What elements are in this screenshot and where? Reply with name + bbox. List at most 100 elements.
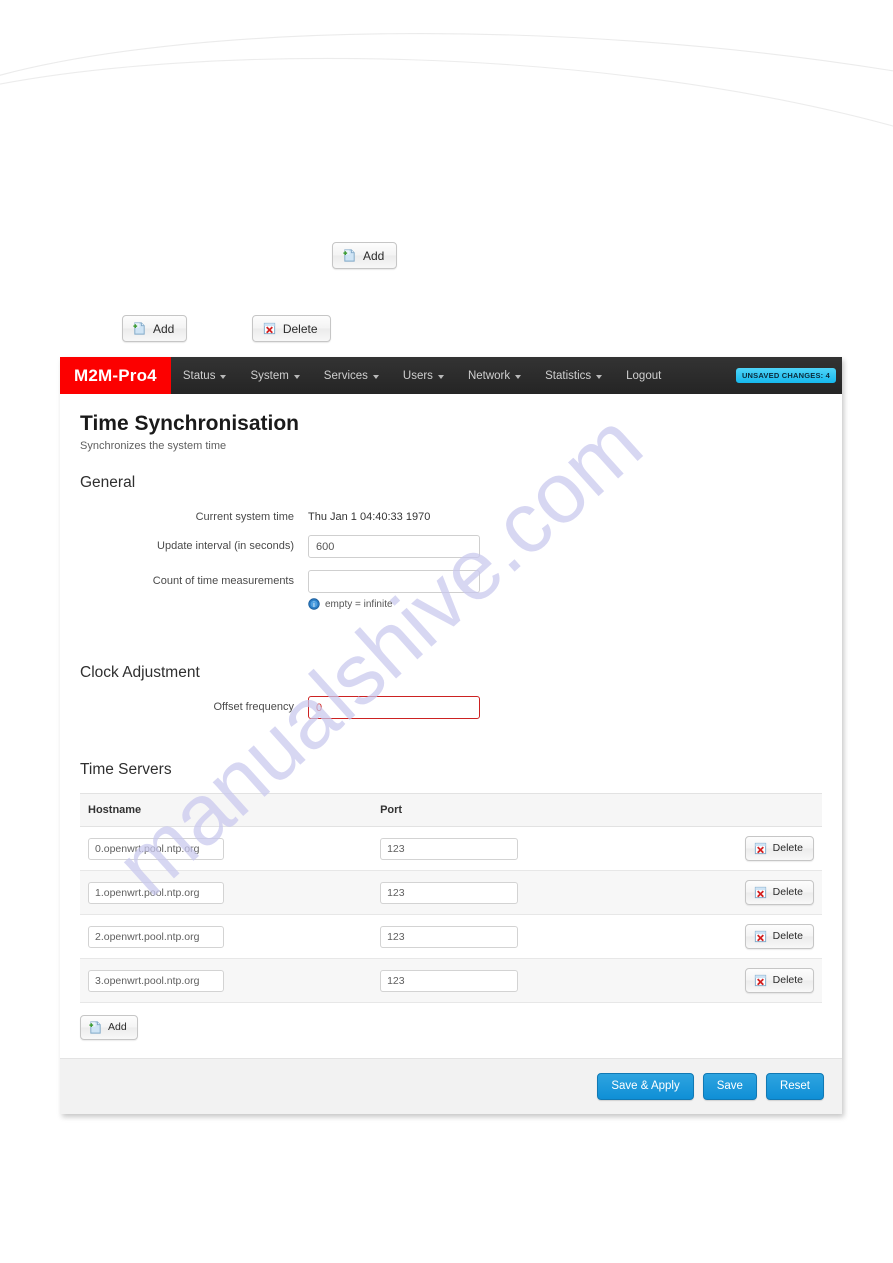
info-icon: i — [308, 598, 320, 610]
form-row-count-measurements: Count of time measurements i empty = inf… — [80, 570, 822, 610]
nav-item-statistics[interactable]: Statistics — [533, 357, 614, 394]
chevron-down-icon — [372, 374, 379, 379]
delete-server-button-1[interactable]: Delete — [744, 880, 814, 905]
add-page-icon — [133, 322, 145, 335]
page-subtitle: Synchronizes the system time — [80, 440, 227, 452]
nav-item-status-label: Status — [182, 369, 216, 382]
form-row-update-interval: Update interval (in seconds) — [80, 535, 822, 558]
delete-server-button-1-label: Delete — [772, 886, 803, 899]
navigation-bar: M2M-Pro4 Status System Services Users Ne… — [60, 357, 842, 394]
delete-button-pair[interactable]: Delete — [251, 315, 331, 342]
count-measurements-field-wrap: i empty = infinite — [308, 570, 480, 610]
cell-hostname — [80, 958, 373, 1003]
count-measurements-input[interactable] — [308, 570, 480, 593]
chevron-down-icon — [293, 374, 300, 379]
current-system-time-value: Thu Jan 1 04:40:33 1970 — [308, 511, 431, 523]
nav-item-system[interactable]: System — [238, 357, 311, 394]
add-server-button[interactable]: Add — [80, 1015, 138, 1040]
add-button-pair-label: Add — [153, 321, 175, 336]
port-input-2[interactable] — [380, 925, 519, 948]
section-title-time-servers: Time Servers — [80, 761, 172, 778]
cell-port — [372, 958, 737, 1003]
table-row: Delete — [80, 958, 822, 1003]
nav-item-network-label: Network — [467, 369, 511, 382]
cell-actions: Delete — [736, 826, 822, 871]
nav-item-logout[interactable]: Logout — [614, 357, 673, 394]
doc-button-row-top: Add — [332, 242, 398, 269]
update-interval-field-wrap — [308, 535, 480, 558]
chevron-down-icon — [220, 374, 227, 379]
chevron-down-icon — [515, 374, 522, 379]
delete-server-button-3[interactable]: Delete — [744, 968, 814, 993]
hostname-input-3[interactable] — [88, 969, 224, 992]
decorative-arcs — [0, 33, 893, 127]
add-button-top[interactable]: Add — [332, 242, 398, 269]
nav-item-logout-label: Logout — [626, 369, 662, 382]
offset-frequency-input[interactable] — [308, 696, 480, 719]
port-input-0[interactable] — [380, 837, 519, 860]
count-measurements-hint: i empty = infinite — [308, 598, 480, 610]
add-button-top-label: Add — [363, 248, 385, 263]
doc-button-row-pair: Add Delete — [122, 315, 331, 342]
update-interval-input[interactable] — [308, 535, 480, 558]
column-header-hostname: Hostname — [80, 793, 373, 827]
section-title-clock-adjustment: Clock Adjustment — [80, 664, 200, 681]
add-page-icon — [343, 249, 355, 262]
column-header-actions — [736, 793, 822, 827]
offset-frequency-label: Offset frequency — [213, 701, 294, 713]
count-measurements-hint-text: empty = infinite — [325, 598, 393, 610]
nav-item-network[interactable]: Network — [456, 357, 533, 394]
add-button-pair[interactable]: Add — [122, 315, 188, 342]
current-system-time-label: Current system time — [195, 511, 294, 523]
delete-page-icon — [754, 974, 766, 987]
table-row: Delete — [80, 914, 822, 959]
cell-actions: Delete — [736, 958, 822, 1003]
delete-server-button-0[interactable]: Delete — [744, 836, 814, 861]
port-input-3[interactable] — [380, 969, 519, 992]
cell-actions: Delete — [736, 870, 822, 915]
delete-server-button-3-label: Delete — [772, 974, 803, 987]
unsaved-changes-badge[interactable]: UNSAVED CHANGES: 4 — [735, 368, 836, 383]
add-server-button-label: Add — [108, 1021, 127, 1034]
form-row-current-system-time: Current system time Thu Jan 1 04:40:33 1… — [80, 506, 822, 523]
hostname-input-0[interactable] — [88, 837, 224, 860]
cell-hostname — [80, 870, 373, 915]
delete-page-icon — [754, 886, 766, 899]
page-content: Time Synchronisation Synchronizes the sy… — [60, 394, 842, 1056]
page-title: Time Synchronisation — [80, 412, 299, 435]
chevron-down-icon — [596, 374, 603, 379]
brand-logo[interactable]: M2M-Pro4 — [60, 357, 171, 394]
nav-item-system-label: System — [250, 369, 289, 382]
add-page-icon — [89, 1021, 101, 1034]
cell-hostname — [80, 826, 373, 871]
cell-hostname — [80, 914, 373, 959]
nav-item-users[interactable]: Users — [391, 357, 456, 394]
hostname-input-1[interactable] — [88, 881, 224, 904]
save-button[interactable]: Save — [702, 1073, 757, 1100]
chevron-down-icon — [437, 374, 444, 379]
browser-window: M2M-Pro4 Status System Services Users Ne… — [60, 357, 842, 1114]
save-apply-button[interactable]: Save & Apply — [597, 1073, 694, 1100]
delete-server-button-2[interactable]: Delete — [744, 924, 814, 949]
nav-items: Status System Services Users Network Sta… — [171, 357, 736, 394]
offset-frequency-field-wrap — [308, 696, 480, 719]
nav-item-services[interactable]: Services — [312, 357, 391, 394]
delete-server-button-2-label: Delete — [772, 930, 803, 943]
table-row: Delete — [80, 870, 822, 915]
delete-page-icon — [754, 930, 766, 943]
add-server-wrap: Add — [80, 1003, 822, 1056]
delete-page-icon — [263, 322, 275, 335]
time-servers-table-head: Hostname Port — [80, 793, 822, 827]
port-input-1[interactable] — [380, 881, 519, 904]
nav-item-users-label: Users — [402, 369, 433, 382]
table-header-row: Hostname Port — [80, 793, 822, 827]
nav-item-status[interactable]: Status — [171, 357, 239, 394]
delete-button-pair-label: Delete — [282, 321, 318, 336]
nav-item-statistics-label: Statistics — [545, 369, 592, 382]
time-servers-table: Hostname Port 0.openwrt.pool.ntp.org 123… — [80, 793, 822, 1003]
cell-port — [372, 870, 737, 915]
cell-actions: Delete — [736, 914, 822, 959]
hostname-input-2[interactable] — [88, 925, 224, 948]
reset-button[interactable]: Reset — [765, 1073, 824, 1100]
